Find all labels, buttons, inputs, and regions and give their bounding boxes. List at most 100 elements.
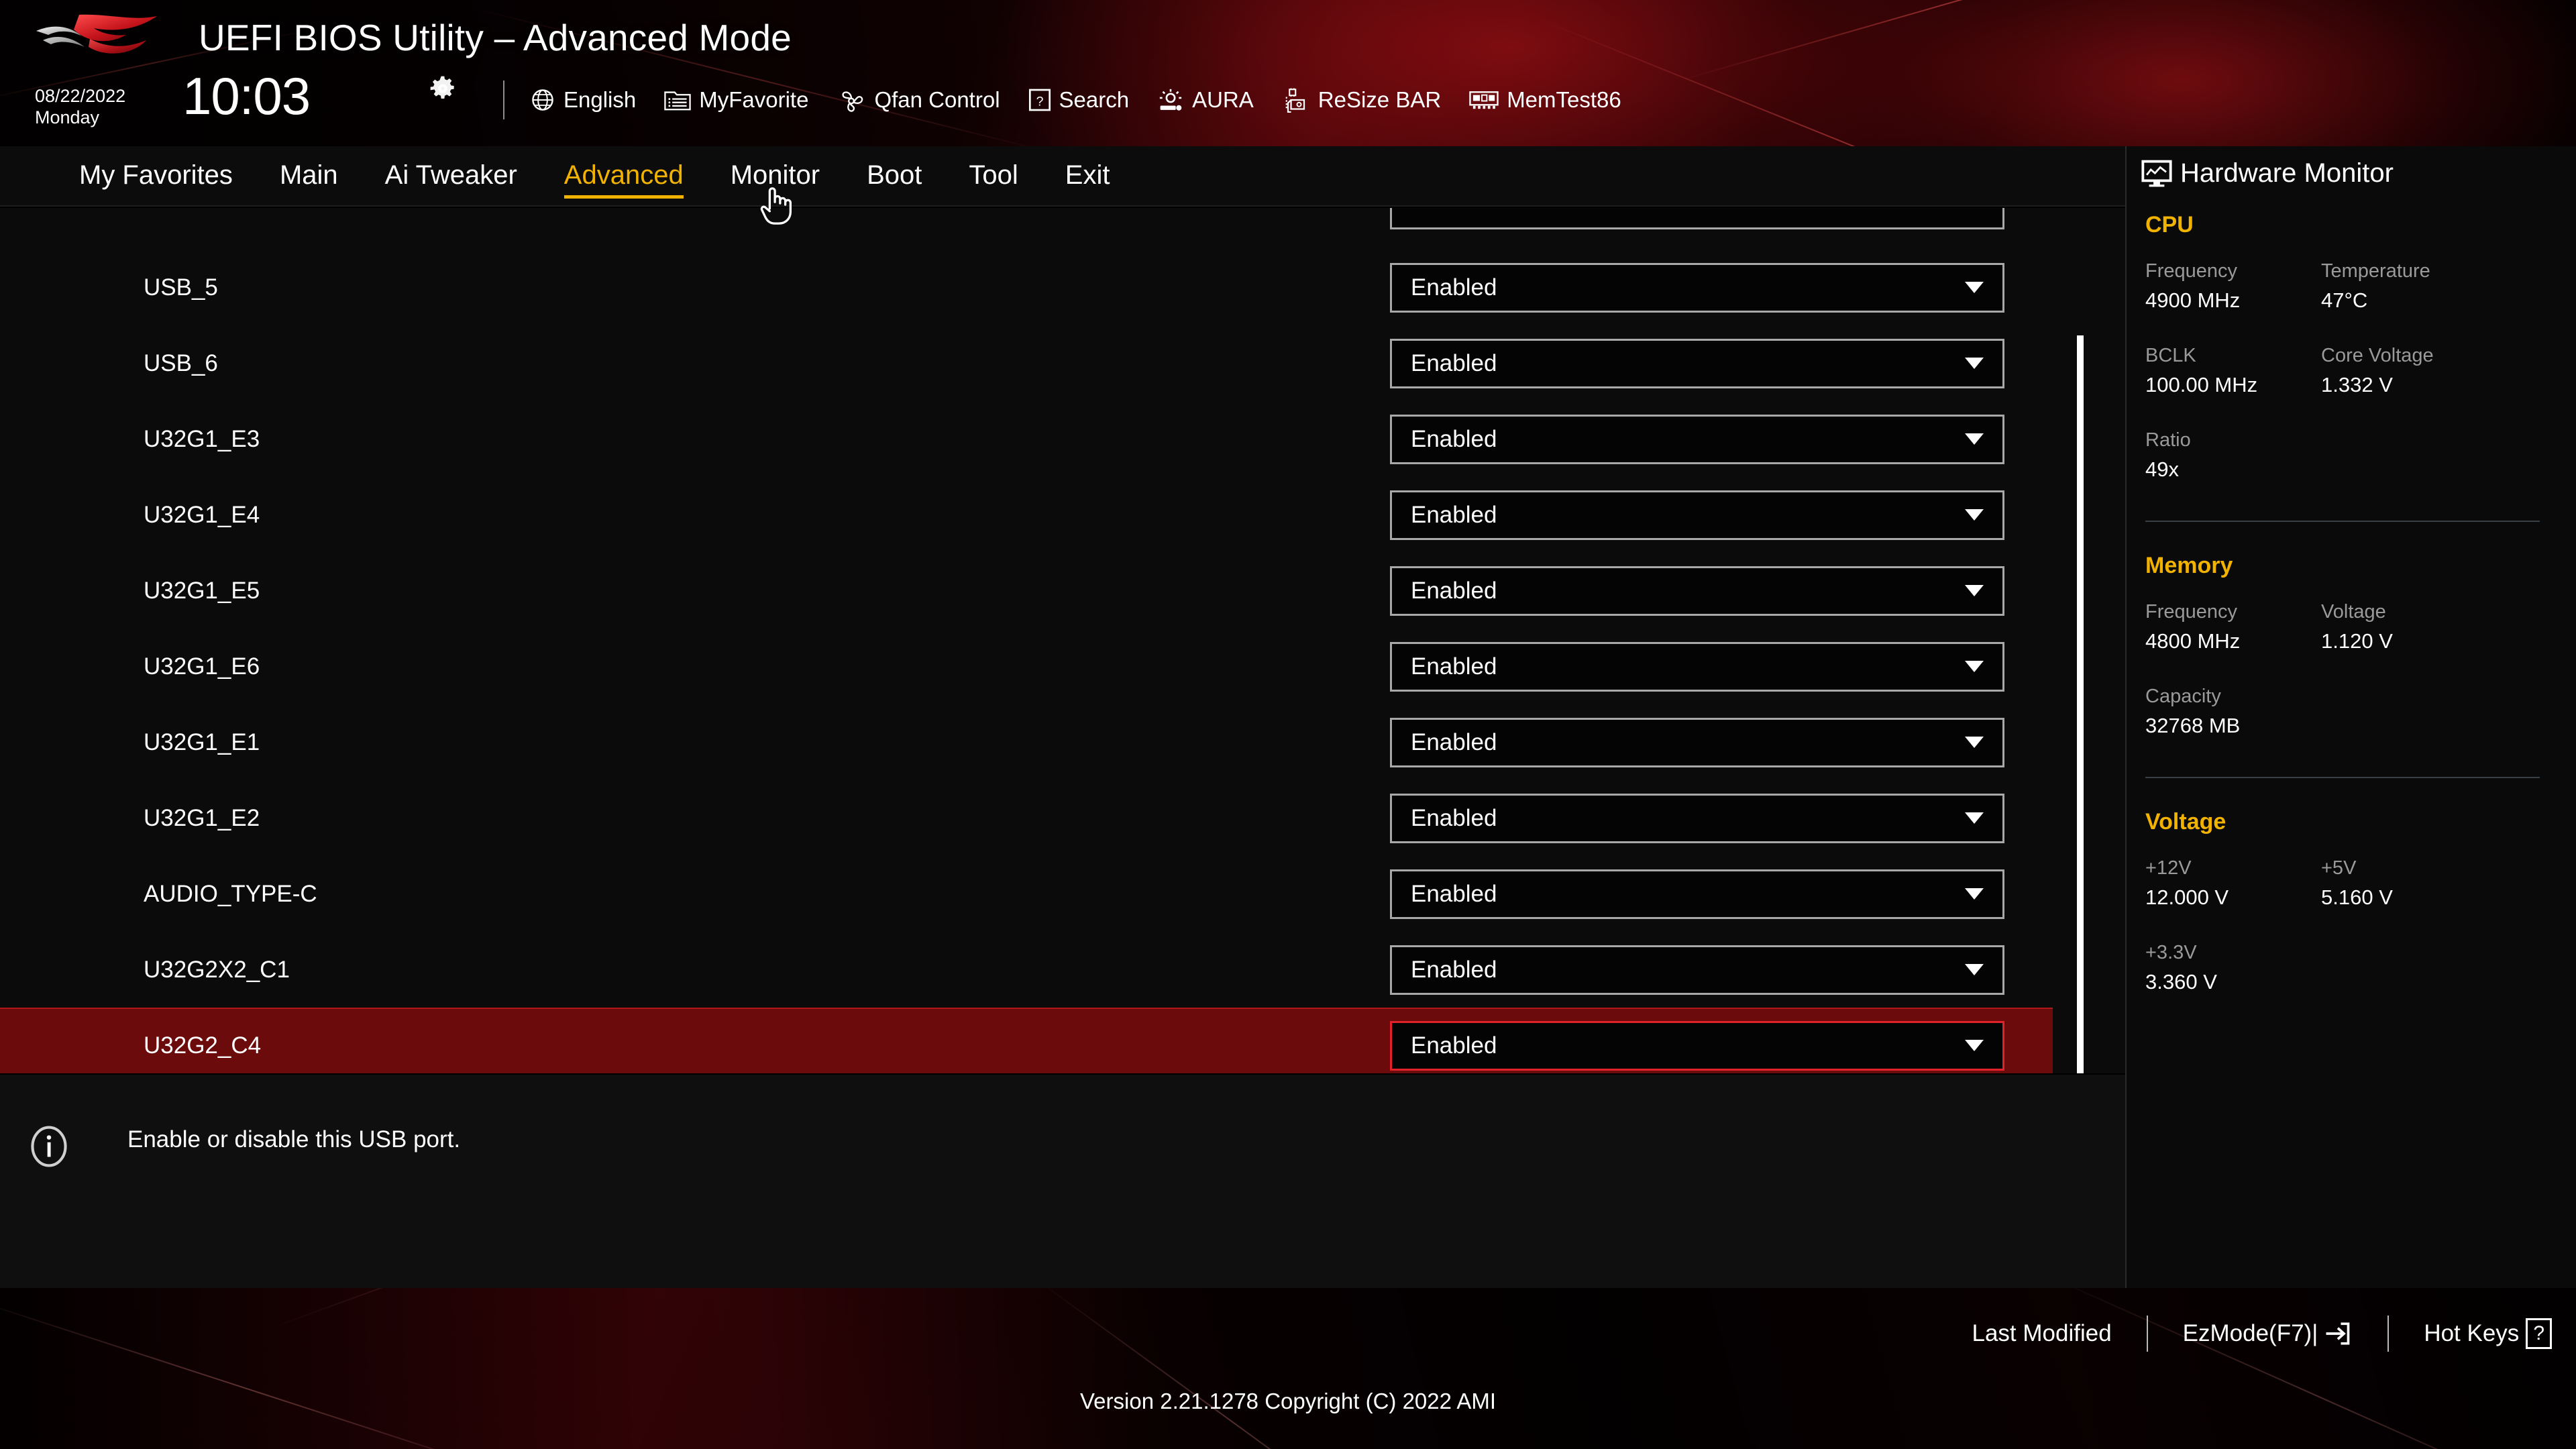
setting-value-dropdown[interactable]: Enabled xyxy=(1390,793,2004,843)
toolbar-label-myfavorite: MyFavorite xyxy=(699,87,809,112)
ezmode-button[interactable]: EzMode(F7)| xyxy=(2183,1319,2353,1348)
help-bar xyxy=(0,1073,2125,1288)
hw-metric-key: BCLK xyxy=(2145,345,2196,366)
hw-metric-value: 4800 MHz xyxy=(2145,629,2241,653)
dropdown-value: Enabled xyxy=(1411,501,1497,528)
setting-value-dropdown[interactable]: Enabled xyxy=(1390,338,2004,388)
hw-section-divider xyxy=(2145,521,2540,522)
setting-label: U32G1_E1 xyxy=(144,729,260,755)
question-box-icon: ? xyxy=(1028,88,1051,112)
nav-tabs: My Favorites Main Ai Tweaker Advanced Monito… xyxy=(79,146,1157,207)
setting-value-dropdown[interactable]: Enabled xyxy=(1390,869,2004,919)
toolbar-label-aura: AURA xyxy=(1192,87,1254,112)
hw-metric-key: Ratio xyxy=(2145,429,2191,451)
footer-separator-2 xyxy=(2387,1316,2390,1352)
partial-row-dropdown[interactable] xyxy=(1390,208,2004,229)
content-scrollbar-thumb[interactable] xyxy=(2077,335,2084,1073)
aura-lamp-icon xyxy=(1157,87,1184,113)
toolbar-item-search[interactable]: ? Search xyxy=(1028,79,1129,121)
last-modified-button[interactable]: Last Modified xyxy=(1972,1320,2111,1347)
setting-value-dropdown[interactable]: Enabled xyxy=(1390,1020,2004,1071)
hw-metric-value: 1.332 V xyxy=(2321,373,2393,396)
chevron-down-icon xyxy=(1965,737,1984,748)
chevron-down-icon xyxy=(1965,812,1984,824)
settings-row[interactable]: U32G1_E3 Enabled xyxy=(0,401,2053,477)
hot-keys-label: Hot Keys xyxy=(2424,1320,2520,1346)
setting-value-dropdown[interactable]: Enabled xyxy=(1390,490,2004,540)
toolbar-label-resize-bar: ReSize BAR xyxy=(1318,87,1442,112)
settings-row[interactable]: U32G1_E2 Enabled xyxy=(0,780,2053,856)
nav-tab-boot[interactable]: Boot xyxy=(867,160,922,193)
header-glow-2 xyxy=(1744,0,2576,146)
settings-row[interactable]: U32G2_C4 Enabled xyxy=(0,1008,2053,1073)
settings-row[interactable]: USB_6 Enabled xyxy=(0,325,2053,401)
globe-icon xyxy=(530,87,555,113)
toolbar-item-resize-bar[interactable]: ReSize BAR xyxy=(1282,79,1441,121)
settings-row[interactable]: USB_5 Enabled xyxy=(0,250,2053,325)
hw-metric-key: Capacity xyxy=(2145,686,2221,707)
toolbar-item-qfan-control[interactable]: Qfan Control xyxy=(837,79,1000,121)
weekday-value: Monday xyxy=(35,107,100,127)
setting-label: U32G2X2_C1 xyxy=(144,956,290,983)
settings-row[interactable]: U32G1_E1 Enabled xyxy=(0,704,2053,780)
footer-streak xyxy=(1039,1288,1420,1449)
header-divider xyxy=(503,80,504,119)
nav-tab-monitor[interactable]: Monitor xyxy=(731,160,820,193)
partial-row-label: ⎯ ⎯ xyxy=(144,208,219,209)
chevron-down-icon xyxy=(1965,282,1984,293)
help-text: Enable or disable this USB port. xyxy=(127,1126,461,1152)
last-modified-label: Last Modified xyxy=(1972,1320,2112,1346)
settings-row[interactable]: U32G1_E5 Enabled xyxy=(0,553,2053,629)
toolbar-item-aura[interactable]: AURA xyxy=(1157,79,1254,121)
chevron-down-icon xyxy=(1965,585,1984,596)
setting-value-dropdown[interactable]: Enabled xyxy=(1390,414,2004,464)
setting-value-dropdown[interactable]: Enabled xyxy=(1390,262,2004,313)
hw-metric-value: 5.160 V xyxy=(2321,885,2393,909)
clock-value: 10:03 xyxy=(182,66,311,125)
gear-icon[interactable] xyxy=(429,75,456,102)
hot-keys-button[interactable]: Hot Keys ? xyxy=(2424,1318,2552,1349)
hw-section-title-voltage: Voltage xyxy=(2145,809,2226,835)
chevron-down-icon xyxy=(1965,358,1984,369)
ezmode-label: EzMode(F7)| xyxy=(2182,1320,2318,1346)
chevron-down-icon xyxy=(1965,433,1984,445)
dropdown-value: Enabled xyxy=(1411,880,1497,907)
setting-value-dropdown[interactable]: Enabled xyxy=(1390,641,2004,692)
svg-text:?: ? xyxy=(1036,94,1043,109)
header-toolbar: English MyFavorite Qfan Control ? Search… xyxy=(530,79,1650,121)
setting-value-dropdown[interactable]: Enabled xyxy=(1390,717,2004,767)
setting-value-dropdown[interactable]: Enabled xyxy=(1390,945,2004,995)
nav-tab-my-favorites[interactable]: My Favorites xyxy=(79,160,233,193)
nav-tab-ai-tweaker[interactable]: Ai Tweaker xyxy=(385,160,517,193)
exit-arrow-icon xyxy=(2326,1322,2350,1345)
nav-tab-main[interactable]: Main xyxy=(280,160,338,193)
settings-row[interactable]: U32G2X2_C1 Enabled xyxy=(0,932,2053,1008)
toolbar-item-myfavorite[interactable]: MyFavorite xyxy=(664,79,808,121)
nav-tab-advanced[interactable]: Advanced xyxy=(564,160,684,199)
setting-label: U32G1_E5 xyxy=(144,577,260,604)
app-footer: Last Modified EzMode(F7)| Hot Keys ? Ver… xyxy=(0,1288,2576,1449)
chevron-down-icon xyxy=(1965,509,1984,521)
hw-metric-key: +3.3V xyxy=(2145,942,2197,963)
setting-value-dropdown[interactable]: Enabled xyxy=(1390,566,2004,616)
nav-tab-tool[interactable]: Tool xyxy=(969,160,1018,193)
settings-row[interactable]: U32G1_E6 Enabled xyxy=(0,629,2053,704)
toolbar-item-memtest86[interactable]: MemTest86 xyxy=(1469,79,1621,121)
info-icon xyxy=(31,1126,67,1167)
hardware-monitor-panel: Hardware Monitor CPU Frequency 4900 MHz Tem… xyxy=(2125,146,2576,1288)
dropdown-value: Enabled xyxy=(1411,350,1497,376)
hw-metric-value: 49x xyxy=(2145,458,2179,481)
hw-section-divider xyxy=(2145,777,2540,778)
chevron-down-icon xyxy=(1965,964,1984,975)
dropdown-value: Enabled xyxy=(1411,653,1497,680)
hw-metric-value: 32768 MB xyxy=(2145,714,2241,737)
version-text: Version 2.21.1278 Copyright (C) 2022 AMI xyxy=(1079,1389,1497,1413)
settings-row[interactable]: AUDIO_TYPE-C Enabled xyxy=(0,856,2053,932)
toolbar-item-english[interactable]: English xyxy=(530,79,636,121)
settings-row[interactable]: U32G1_E4 Enabled xyxy=(0,477,2053,553)
hw-metric-value: 1.120 V xyxy=(2321,629,2393,653)
page-title: UEFI BIOS Utility – Advanced Mode xyxy=(199,17,792,58)
nav-tab-exit[interactable]: Exit xyxy=(1065,160,1110,193)
setting-label: U32G1_E6 xyxy=(144,653,260,680)
dropdown-value: Enabled xyxy=(1411,729,1497,755)
